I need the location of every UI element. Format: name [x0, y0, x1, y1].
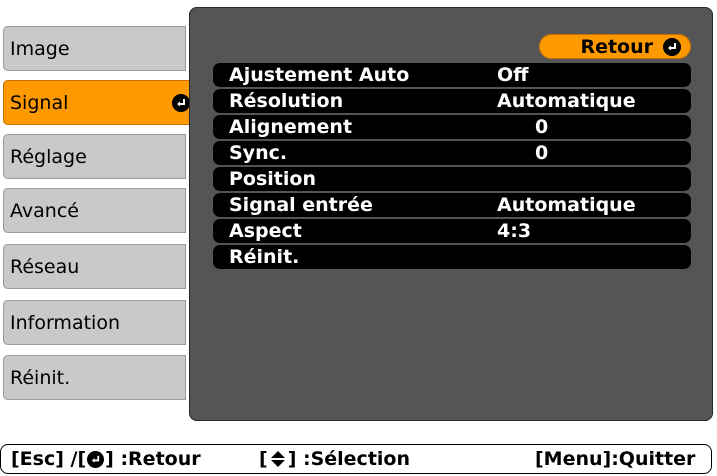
- sidebar-item-image[interactable]: Image: [3, 26, 186, 71]
- up-down-arrow-icon: [269, 450, 287, 468]
- sidebar-item-avance[interactable]: Avancé: [3, 188, 186, 233]
- sidebar-item-label: Signal: [10, 91, 69, 114]
- row-label: Sync.: [229, 142, 288, 164]
- row-reinit[interactable]: Réinit.: [213, 245, 691, 269]
- enter-icon: [663, 37, 681, 56]
- row-label: Signal entrée: [229, 194, 373, 216]
- esc-hint: [Esc] /[ ] :Retour: [11, 448, 201, 470]
- sidebar-item-reglage[interactable]: Réglage: [3, 134, 186, 179]
- menu-hint-text: [Menu]:Quitter: [535, 448, 696, 470]
- row-label: Alignement: [229, 116, 353, 138]
- row-value: 0: [535, 142, 549, 164]
- sidebar-item-reinit[interactable]: Réinit.: [3, 355, 186, 400]
- select-hint-text-a: [: [259, 448, 268, 470]
- settings-list: Ajustement Auto Off Résolution Automatiq…: [213, 63, 691, 271]
- sidebar-item-label: Image: [10, 37, 70, 60]
- row-alignement[interactable]: Alignement 0: [213, 115, 691, 139]
- retour-button-label: Retour: [580, 35, 653, 58]
- row-label: Ajustement Auto: [229, 64, 410, 86]
- select-hint-text-b: ] :Sélection: [287, 448, 410, 470]
- retour-button[interactable]: Retour: [539, 34, 691, 59]
- row-ajustement-auto[interactable]: Ajustement Auto Off: [213, 63, 691, 87]
- sidebar-item-label: Avancé: [10, 199, 79, 222]
- esc-hint-text-b: ] :Retour: [105, 448, 201, 470]
- help-bar: [Esc] /[ ] :Retour [ ] :Sélection [Menu]…: [0, 444, 712, 474]
- row-label: Réinit.: [229, 246, 300, 268]
- sidebar-item-label: Réseau: [10, 255, 80, 278]
- row-signal-entree[interactable]: Signal entrée Automatique: [213, 193, 691, 217]
- sidebar-item-label: Réglage: [10, 145, 87, 168]
- row-aspect[interactable]: Aspect 4:3: [213, 219, 691, 243]
- enter-icon: [172, 93, 190, 112]
- sidebar-item-information[interactable]: Information: [3, 300, 186, 345]
- row-value: Automatique: [497, 90, 636, 112]
- row-label: Résolution: [229, 90, 344, 112]
- sidebar-item-label: Information: [10, 311, 120, 334]
- row-value: Off: [497, 64, 529, 86]
- menu-hint: [Menu]:Quitter: [535, 448, 695, 470]
- row-label: Position: [229, 168, 316, 190]
- row-label: Aspect: [229, 220, 302, 242]
- esc-hint-text-a: [Esc] /[: [11, 448, 87, 470]
- row-value: 4:3: [497, 220, 532, 242]
- sidebar-item-reseau[interactable]: Réseau: [3, 244, 186, 289]
- row-value: 0: [535, 116, 549, 138]
- select-hint: [ ] :Sélection: [259, 448, 410, 470]
- signal-panel: Retour Ajustement Auto Off Résolution Au…: [189, 7, 713, 421]
- row-sync[interactable]: Sync. 0: [213, 141, 691, 165]
- row-value: Automatique: [497, 194, 636, 216]
- sidebar-item-label: Réinit.: [10, 366, 71, 389]
- row-resolution[interactable]: Résolution Automatique: [213, 89, 691, 113]
- enter-icon: [87, 450, 105, 468]
- row-position[interactable]: Position: [213, 167, 691, 191]
- sidebar-item-signal[interactable]: Signal: [3, 80, 200, 125]
